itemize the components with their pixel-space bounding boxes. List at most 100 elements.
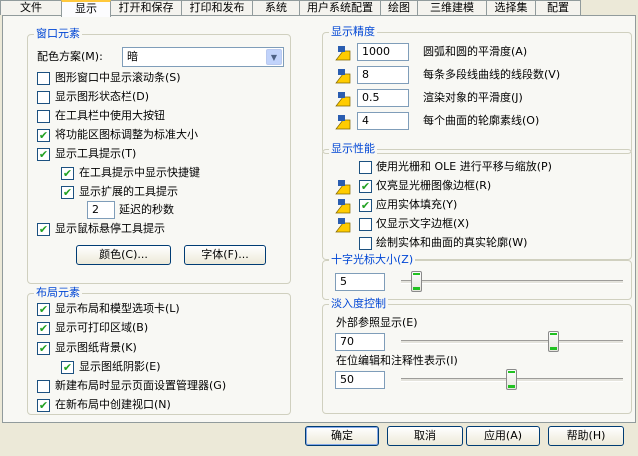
show-scrollbars-checkbox[interactable] <box>37 72 50 85</box>
drawing-saved-icon <box>335 115 351 130</box>
tab-open-save[interactable]: 打开和保存 <box>110 0 182 15</box>
rollover-tooltips-label: 显示鼠标悬停工具提示 <box>55 222 165 235</box>
extended-tooltips-checkbox[interactable]: ✔ <box>61 186 74 199</box>
tab-strip: 文件 显示 打开和保存 打印和发布 系统 用户系统配置 绘图 三维建模 选择集 … <box>0 0 638 17</box>
highlight-raster-label: 仅亮显光栅图像边框(R) <box>376 179 492 192</box>
drawing-saved-icon <box>335 69 351 84</box>
group-title: 淡入度控制 <box>329 297 388 311</box>
group-title: 显示精度 <box>329 25 377 39</box>
crosshair-size-track <box>401 280 623 284</box>
inplace-fade-slider[interactable] <box>506 369 517 390</box>
paper-background-label: 显示图纸背景(K) <box>55 341 137 354</box>
tab-label: 配置 <box>547 1 569 14</box>
help-button[interactable]: 帮助(H) <box>548 426 624 446</box>
show-statusbar-label: 显示图形状态栏(D) <box>55 90 150 103</box>
xref-fade-track <box>401 340 623 344</box>
text-frame-label: 仅显示文字边框(X) <box>376 217 470 230</box>
color-scheme-value: 暗 <box>127 50 138 63</box>
extended-tooltips-label: 显示扩展的工具提示 <box>79 185 178 198</box>
ok-button[interactable]: 确定 <box>305 426 379 446</box>
polyline-segments-value: 8 <box>362 68 369 81</box>
text-frame-checkbox[interactable] <box>359 218 372 231</box>
true-silhouettes-checkbox[interactable] <box>359 237 372 250</box>
tab-label: 选择集 <box>494 1 528 14</box>
xref-fade-input[interactable]: 70 <box>335 333 385 351</box>
tab-plot-publish[interactable]: 打印和发布 <box>181 0 253 15</box>
paper-shadow-label: 显示图纸阴影(E) <box>79 360 161 373</box>
color-scheme-select[interactable]: 暗 ▼ <box>122 47 284 67</box>
tab-file[interactable]: 文件 <box>0 0 62 15</box>
paper-background-checkbox[interactable]: ✔ <box>37 342 50 355</box>
render-smoothness-label: 渲染对象的平滑度(J) <box>423 91 523 104</box>
arc-smoothness-input[interactable]: 1000 <box>357 43 409 61</box>
colors-button[interactable]: 颜色(C)... <box>76 245 171 265</box>
tab-label: 显示 <box>75 2 97 15</box>
xref-fade-value: 70 <box>340 335 354 348</box>
fonts-button[interactable]: 字体(F)... <box>184 245 266 265</box>
tooltip-shortcut-checkbox[interactable]: ✔ <box>61 167 74 180</box>
true-silhouettes-label: 绘制实体和曲面的真实轮廓(W) <box>376 236 528 249</box>
group-title: 显示性能 <box>329 142 377 156</box>
crosshair-size-value: 5 <box>340 275 347 288</box>
show-statusbar-checkbox[interactable] <box>37 91 50 104</box>
rollover-tooltips-checkbox[interactable]: ✔ <box>37 223 50 236</box>
xref-fade-label: 外部参照显示(E) <box>336 316 418 329</box>
tab-profiles[interactable]: 配置 <box>535 0 581 15</box>
inplace-fade-value: 50 <box>340 373 354 386</box>
tab-display[interactable]: 显示 <box>61 0 111 17</box>
tab-user-preferences[interactable]: 用户系统配置 <box>299 0 381 15</box>
tab-label: 三维建模 <box>430 1 474 14</box>
tooltip-delay-label: 延迟的秒数 <box>119 203 174 216</box>
crosshair-size-slider[interactable] <box>410 271 422 292</box>
cancel-button[interactable]: 取消 <box>387 426 463 446</box>
printable-area-checkbox[interactable]: ✔ <box>37 322 50 335</box>
page-setup-manager-checkbox[interactable] <box>37 380 50 393</box>
drawing-saved-icon <box>335 199 351 214</box>
xref-fade-slider[interactable] <box>548 331 560 352</box>
inplace-fade-input[interactable]: 50 <box>335 371 385 389</box>
large-buttons-label: 在工具栏中使用大按钮 <box>55 109 165 122</box>
paper-shadow-checkbox[interactable]: ✔ <box>61 361 74 374</box>
show-tooltips-label: 显示工具提示(T) <box>55 147 137 160</box>
tab-drafting[interactable]: 绘图 <box>380 0 418 15</box>
contour-lines-input[interactable]: 4 <box>357 112 409 130</box>
large-buttons-checkbox[interactable] <box>37 110 50 123</box>
drawing-saved-icon <box>335 180 351 195</box>
polyline-segments-input[interactable]: 8 <box>357 66 409 84</box>
inplace-fade-label: 在位编辑和注释性表示(I) <box>336 354 458 367</box>
tooltip-shortcut-label: 在工具提示中显示快捷键 <box>79 166 200 179</box>
create-viewport-checkbox[interactable]: ✔ <box>37 399 50 412</box>
show-tooltips-checkbox[interactable]: ✔ <box>37 148 50 161</box>
drawing-saved-icon <box>335 46 351 61</box>
tab-system[interactable]: 系统 <box>252 0 300 15</box>
display-tab-panel: 窗口元素 配色方案(M): 暗 ▼ 图形窗口中显示滚动条(S) 显示图形状态栏(… <box>2 15 636 423</box>
contour-lines-value: 4 <box>362 114 369 127</box>
crosshair-size-input[interactable]: 5 <box>335 273 385 291</box>
create-viewport-label: 在新布局中创建视口(N) <box>55 398 171 411</box>
tooltip-delay-input[interactable]: 2 <box>87 201 115 219</box>
arc-smoothness-label: 圆弧和圆的平滑度(A) <box>423 45 528 58</box>
raster-ole-checkbox[interactable] <box>359 161 372 174</box>
group-title: 十字光标大小(Z) <box>329 253 416 267</box>
printable-area-label: 显示可打印区域(B) <box>55 321 149 334</box>
group-title: 窗口元素 <box>34 27 82 41</box>
layout-model-tabs-label: 显示布局和模型选项卡(L) <box>55 302 180 315</box>
tab-label: 打开和保存 <box>118 1 174 14</box>
apply-button[interactable]: 应用(A) <box>466 426 540 446</box>
contour-lines-label: 每个曲面的轮廓素线(O) <box>423 114 540 127</box>
solid-fill-label: 应用实体填充(Y) <box>376 198 458 211</box>
render-smoothness-input[interactable]: 0.5 <box>357 89 409 107</box>
tab-label: 系统 <box>265 1 287 14</box>
page-setup-manager-label: 新建布局时显示页面设置管理器(G) <box>55 379 227 392</box>
highlight-raster-checkbox[interactable]: ✔ <box>359 180 372 193</box>
layout-model-tabs-checkbox[interactable]: ✔ <box>37 303 50 316</box>
color-scheme-label: 配色方案(M): <box>37 50 103 63</box>
tab-selection[interactable]: 选择集 <box>486 0 536 15</box>
solid-fill-checkbox[interactable]: ✔ <box>359 199 372 212</box>
group-title: 布局元素 <box>34 286 82 300</box>
ribbon-icons-checkbox[interactable]: ✔ <box>37 129 50 142</box>
tab-3d-modeling[interactable]: 三维建模 <box>417 0 487 15</box>
drawing-saved-icon <box>335 92 351 107</box>
show-scrollbars-label: 图形窗口中显示滚动条(S) <box>55 71 181 84</box>
chevron-down-icon[interactable]: ▼ <box>266 49 282 65</box>
